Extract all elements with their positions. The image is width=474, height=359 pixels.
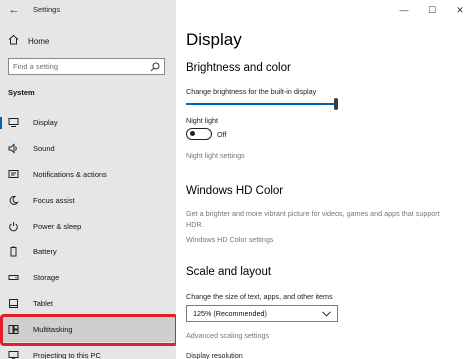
back-arrow-icon: ← [8, 4, 20, 16]
sidebar-item-label: Notifications & actions [33, 169, 107, 179]
sidebar-item-power-sleep[interactable]: Power & sleep [0, 213, 176, 239]
sidebar: ← Settings Home System Display [0, 0, 178, 359]
sidebar-nav: Display Sound Notifications & actions Fo… [0, 110, 176, 359]
scale-selected-value: 125% (Recommended) [193, 309, 267, 318]
search-icon[interactable] [148, 60, 162, 74]
search-field[interactable] [8, 58, 165, 75]
advanced-scaling-link[interactable]: Advanced scaling settings [186, 331, 269, 340]
hd-color-description: Get a brighter and more vibrant picture … [186, 209, 440, 229]
notification-icon [8, 169, 19, 180]
sidebar-item-label: Projecting to this PC [33, 350, 101, 359]
monitor-icon [8, 117, 19, 128]
minimize-button[interactable]: — [390, 0, 418, 20]
scale-dropdown[interactable]: 125% (Recommended) [186, 305, 338, 322]
sidebar-item-home[interactable]: Home [0, 31, 176, 51]
maximize-icon: ☐ [427, 4, 437, 15]
maximize-button[interactable]: ☐ [418, 0, 446, 20]
night-light-settings-link[interactable]: Night light settings [186, 151, 245, 160]
night-light-state: Off [217, 130, 227, 139]
app-title: Settings [33, 5, 61, 14]
night-light-label: Night light [186, 116, 218, 125]
sidebar-item-label: Power & sleep [33, 221, 82, 231]
sidebar-item-label: Sound [33, 144, 55, 154]
title-bar: ← Settings [0, 0, 176, 20]
storage-icon [8, 272, 19, 283]
sidebar-item-label: Storage [33, 273, 60, 283]
slider-thumb[interactable] [334, 98, 338, 110]
chevron-down-icon [321, 309, 331, 319]
back-button[interactable]: ← [6, 2, 22, 18]
sidebar-item-notifications[interactable]: Notifications & actions [0, 162, 176, 188]
sidebar-item-tablet[interactable]: Tablet [0, 291, 176, 317]
sidebar-item-label: Multitasking [33, 324, 73, 334]
section-heading-brightness: Brightness and color [186, 62, 291, 74]
sidebar-item-label: Focus assist [33, 195, 75, 205]
home-icon [8, 32, 19, 50]
sidebar-item-storage[interactable]: Storage [0, 265, 176, 291]
brightness-slider-label: Change brightness for the built-in displ… [186, 87, 317, 96]
moon-icon [8, 195, 19, 206]
tablet-icon [8, 298, 19, 309]
sidebar-item-label: Display [33, 118, 58, 128]
display-resolution-label: Display resolution [186, 351, 243, 359]
window-controls: — ☐ ✕ [390, 0, 474, 20]
speaker-icon [8, 143, 19, 154]
main-content: — ☐ ✕ Display Brightness and color Chang… [176, 0, 474, 359]
sidebar-item-label: Home [28, 36, 50, 46]
sidebar-item-label: Tablet [33, 298, 54, 308]
hd-color-settings-link[interactable]: Windows HD Color settings [186, 235, 273, 244]
section-heading-scale: Scale and layout [186, 266, 272, 278]
multitasking-icon [8, 324, 19, 335]
sidebar-item-display[interactable]: Display [0, 110, 176, 136]
brightness-slider[interactable] [186, 98, 338, 110]
close-icon: ✕ [456, 4, 464, 15]
section-heading-hd-color: Windows HD Color [186, 185, 284, 197]
power-icon [8, 221, 19, 232]
sidebar-item-multitasking[interactable]: Multitasking [0, 316, 176, 343]
sidebar-item-focus-assist[interactable]: Focus assist [0, 187, 176, 213]
settings-window: ← Settings Home System Display [0, 0, 474, 359]
close-button[interactable]: ✕ [446, 0, 474, 20]
battery-icon [8, 246, 19, 257]
sidebar-item-label: Battery [33, 247, 57, 257]
page-title: Display [186, 30, 242, 49]
sidebar-item-battery[interactable]: Battery [0, 239, 176, 265]
sidebar-item-projecting[interactable]: Projecting to this PC [0, 342, 176, 359]
section-label-system: System [8, 88, 35, 97]
night-light-toggle[interactable] [186, 128, 212, 140]
search-input[interactable] [9, 59, 148, 74]
slider-fill [186, 103, 334, 105]
scale-label: Change the size of text, apps, and other… [186, 292, 333, 301]
toggle-knob [190, 131, 195, 136]
minimize-icon: — [399, 5, 409, 15]
projecting-icon [8, 350, 19, 359]
sidebar-item-sound[interactable]: Sound [0, 136, 176, 162]
